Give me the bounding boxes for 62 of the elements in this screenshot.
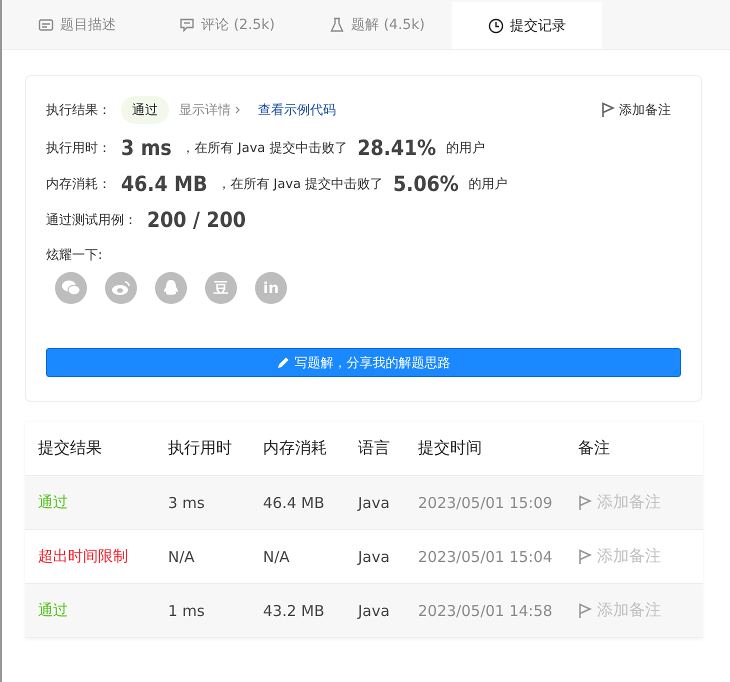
- tab[interactable]: 题目描述: [2, 0, 152, 49]
- table-cell-text: 46.4 MB: [263, 494, 326, 512]
- column-header: 内存消耗: [263, 438, 328, 459]
- result-label: 执行结果：: [46, 102, 111, 119]
- column-header: 提交时间: [418, 438, 483, 459]
- write-solution-button[interactable]: 写题解，分享我的解题思路: [46, 348, 681, 377]
- share-label: 炫耀一下:: [46, 248, 102, 263]
- swirl-icon[interactable]: [105, 272, 137, 304]
- comment-icon: [179, 16, 196, 32]
- status-badge: 通过: [121, 96, 169, 124]
- stat-value: 3 ms: [121, 136, 172, 160]
- clock-icon: [488, 18, 504, 34]
- flag-icon: [601, 102, 615, 118]
- add-note-button[interactable]: 添加备注: [578, 600, 703, 621]
- stat-percent: 28.41%: [357, 136, 436, 160]
- share-icon[interactable]: 豆: [205, 272, 237, 304]
- table-cell-text: 2023/05/01 15:09: [418, 494, 554, 512]
- flag-icon: [578, 494, 592, 510]
- card-icon: [38, 16, 54, 32]
- share-icon[interactable]: in: [255, 272, 287, 304]
- sample-code-link[interactable]: 查看示例代码: [258, 101, 336, 119]
- penguin-icon[interactable]: [155, 272, 187, 304]
- table-cell-text: 2023/05/01 15:04: [418, 548, 554, 566]
- status-cell[interactable]: 超出时间限制: [38, 547, 168, 566]
- stat-suffix: 的用户: [468, 176, 508, 193]
- stat-label: 内存消耗：: [46, 176, 111, 193]
- tab[interactable]: 提交记录: [452, 2, 602, 49]
- status-cell[interactable]: 通过: [38, 601, 168, 620]
- status-cell[interactable]: 通过: [38, 493, 168, 512]
- stat-label: 执行用时：: [46, 140, 111, 157]
- chat-bubbles-icon[interactable]: [55, 272, 87, 304]
- flask-icon: [329, 16, 346, 32]
- stat-suffix: 的用户: [446, 140, 486, 157]
- stat-text: ，在所有 Java 提交中击败了: [217, 176, 384, 193]
- table-cell-text: 1 ms: [168, 602, 206, 620]
- add-note-button[interactable]: 添加备注: [601, 101, 681, 119]
- details-link[interactable]: 显示详情: [179, 101, 231, 119]
- chevron-icon: [235, 106, 240, 114]
- tests-label: 通过测试用例：: [46, 212, 137, 229]
- table-cell-text: N/A: [168, 548, 196, 566]
- table-cell-text: Java: [358, 548, 391, 566]
- tab[interactable]: 评论 (2.5k): [152, 0, 302, 49]
- tests-value: 200 / 200: [147, 208, 246, 232]
- column-header: 提交结果: [38, 438, 103, 459]
- table-cell-text: 3 ms: [168, 494, 206, 512]
- flag-icon: [578, 548, 592, 564]
- tab[interactable]: 题解 (4.5k): [302, 0, 452, 49]
- table-cell-text: Java: [358, 494, 391, 512]
- pencil-icon: [276, 356, 290, 369]
- column-header: 执行用时: [168, 438, 233, 459]
- column-header: 备注: [578, 438, 611, 459]
- table-cell-text: 2023/05/01 14:58: [418, 602, 554, 620]
- stat-text: ，在所有 Java 提交中击败了: [182, 140, 348, 157]
- add-note-button[interactable]: 添加备注: [578, 492, 703, 513]
- table-cell-text: N/A: [263, 548, 291, 566]
- flag-icon: [578, 602, 592, 618]
- stat-value: 46.4 MB: [121, 172, 208, 196]
- add-note-button[interactable]: 添加备注: [578, 546, 703, 567]
- table-cell-text: 43.2 MB: [263, 602, 326, 620]
- column-header: 语言: [358, 438, 391, 459]
- stat-percent: 5.06%: [393, 172, 459, 196]
- table-cell-text: Java: [358, 602, 391, 620]
